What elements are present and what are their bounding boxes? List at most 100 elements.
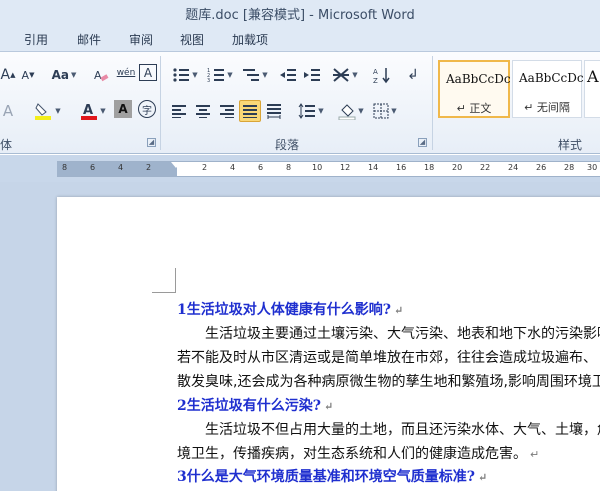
title-bar: 题库.doc [兼容模式] - Microsoft Word bbox=[0, 0, 600, 24]
multilevel-list-icon bbox=[242, 67, 260, 83]
enclose-char-button[interactable]: 字 bbox=[138, 100, 156, 118]
body-line[interactable]: 境卫生，传播疾病，对生态系统和人们的健康造成危害。 ↵ bbox=[177, 443, 539, 463]
phonetic-guide-button[interactable]: wén bbox=[116, 62, 136, 84]
ribbon-tabs: 引用 邮件 审阅 视图 加载项 bbox=[0, 24, 600, 52]
ruler-tick: 30 bbox=[587, 163, 598, 172]
increase-indent-button[interactable] bbox=[302, 64, 322, 86]
chevron-down-icon: ▼ bbox=[391, 107, 397, 115]
distributed-button[interactable] bbox=[263, 100, 285, 122]
grow-font-button[interactable]: A ▲ bbox=[0, 64, 16, 86]
group-separator bbox=[432, 56, 433, 150]
align-center-button[interactable] bbox=[192, 100, 214, 122]
font-color-button[interactable]: A ▼ bbox=[78, 100, 108, 122]
tab-view[interactable]: 视图 bbox=[180, 31, 204, 48]
heading-text: 2生活垃圾有什么污染? bbox=[177, 398, 321, 414]
heading-text: 3什么是大气环境质量基准和环境空气质量标准? bbox=[177, 469, 475, 485]
styles-group-label: 样式 bbox=[558, 138, 583, 152]
change-case-button[interactable]: Aa ▼ bbox=[50, 64, 78, 86]
text-effect-button[interactable]: A bbox=[0, 100, 16, 122]
text-effect-label: A bbox=[2, 102, 14, 120]
style-sample: AaBbCcDc bbox=[446, 72, 511, 86]
multilevel-list-button[interactable]: ▼ bbox=[238, 64, 272, 86]
shading-button[interactable]: ▼ bbox=[336, 100, 366, 122]
body-line[interactable]: 生活垃圾不但占用大量的土地，而且还污染水体、大气、土壤，危 bbox=[177, 419, 600, 439]
decrease-indent-icon bbox=[279, 67, 297, 83]
font-dialog-launcher[interactable]: ◢ bbox=[147, 138, 156, 147]
body-line[interactable]: 若不能及时从市区清运或是简单堆放在市郊，往往会造成垃圾遍布、 bbox=[177, 347, 597, 367]
style-heading[interactable]: A bbox=[584, 60, 600, 118]
body-text: 生活垃圾不但占用大量的土地，而且还污染水体、大气、土壤，危 bbox=[177, 422, 600, 438]
shrink-font-button[interactable]: A ▼ bbox=[20, 64, 36, 86]
align-left-icon bbox=[171, 104, 187, 118]
style-name: ↵ 无间隔 bbox=[524, 101, 570, 114]
char-shading-button[interactable]: A bbox=[114, 100, 132, 118]
body-line[interactable]: 生活垃圾主要通过土壤污染、大气污染、地表和地下水的污染影响 bbox=[177, 323, 600, 343]
style-name: ↵ 正文 bbox=[456, 102, 492, 115]
align-right-button[interactable] bbox=[216, 100, 238, 122]
ruler-tick: 16 bbox=[396, 163, 407, 172]
align-left-button[interactable] bbox=[168, 100, 190, 122]
ruler-tick: 24 bbox=[508, 163, 519, 172]
numbering-button[interactable]: 1 2 3 ▼ bbox=[203, 64, 237, 86]
clear-format-button[interactable]: A bbox=[91, 64, 111, 86]
tab-addins[interactable]: 加载项 bbox=[232, 31, 268, 48]
paragraph-dialog-launcher[interactable]: ◢ bbox=[418, 138, 427, 147]
svg-text:A: A bbox=[373, 68, 378, 76]
sort-button[interactable]: AZ bbox=[372, 64, 392, 86]
heading-line[interactable]: 1生活垃圾对人体健康有什么影响? ↵ bbox=[177, 299, 403, 319]
distributed-align-icon bbox=[266, 103, 282, 119]
heading-line[interactable]: 2生活垃圾有什么污染? ↵ bbox=[177, 395, 333, 415]
bullets-button[interactable]: ▼ bbox=[168, 64, 202, 86]
line-spacing-button[interactable]: ▼ bbox=[296, 100, 326, 122]
ruler-tick: 6 bbox=[90, 163, 96, 172]
style-sample: AaBbCcDc bbox=[519, 71, 584, 85]
tab-mailings[interactable]: 邮件 bbox=[77, 31, 101, 48]
grow-font-label: A bbox=[0, 67, 11, 83]
justify-button[interactable] bbox=[239, 100, 261, 122]
chevron-down-icon: ▼ bbox=[192, 71, 198, 79]
borders-icon bbox=[373, 103, 389, 119]
asian-layout-button[interactable]: ▼ bbox=[330, 64, 360, 86]
style-no-spacing[interactable]: AaBbCcDc ↵ 无间隔 bbox=[512, 60, 584, 118]
chevron-down-icon: ▼ bbox=[227, 71, 233, 79]
paint-bucket-icon bbox=[338, 102, 356, 120]
ruler-tick: 4 bbox=[230, 163, 236, 172]
chevron-down-icon: ▼ bbox=[55, 107, 61, 115]
ruler-tick: 10 bbox=[312, 163, 323, 172]
font-color-icon: A bbox=[80, 102, 98, 120]
body-line[interactable]: 散发臭味,还会成为各种病原微生物的孳生地和繁殖场,影响周围环境卫 bbox=[177, 371, 600, 391]
borders-button[interactable]: ▼ bbox=[370, 100, 400, 122]
ruler-tick: 8 bbox=[286, 163, 292, 172]
ribbon: A ▲ A ▼ Aa ▼ A wén A A ▼ A ▼ A 字 体 ◢ ▼ 1 2 3 ▼ … bbox=[0, 52, 600, 154]
heading-text: 1生活垃圾对人体健康有什么影响? bbox=[177, 302, 391, 318]
phonetic-guide-label: wén bbox=[116, 68, 136, 78]
decrease-indent-button[interactable] bbox=[278, 64, 298, 86]
line-spacing-icon bbox=[298, 103, 316, 119]
style-normal[interactable]: AaBbCcDc ↵ 正文 bbox=[438, 60, 511, 118]
chevron-down-icon: ▼ bbox=[352, 71, 358, 79]
increase-indent-icon bbox=[303, 67, 321, 83]
svg-text:3: 3 bbox=[207, 78, 210, 83]
heading-line[interactable]: 3什么是大气环境质量基准和环境空气质量标准? ↵ bbox=[177, 466, 487, 486]
ruler-tick: 26 bbox=[536, 163, 547, 172]
body-text: 若不能及时从市区清运或是简单堆放在市郊，往往会造成垃圾遍布、 bbox=[177, 350, 597, 366]
first-line-indent-marker[interactable] bbox=[171, 162, 181, 168]
paragraph-mark: ↵ bbox=[477, 471, 488, 484]
show-marks-button[interactable]: ↲ bbox=[404, 64, 422, 86]
ruler-left-margin bbox=[57, 162, 177, 176]
tab-review[interactable]: 审阅 bbox=[129, 31, 153, 48]
chevron-down-icon: ▼ bbox=[358, 107, 364, 115]
ruler-tick: 8 bbox=[62, 163, 68, 172]
body-text: 生活垃圾主要通过土壤污染、大气污染、地表和地下水的污染影响 bbox=[177, 326, 600, 342]
tab-references[interactable]: 引用 bbox=[24, 31, 48, 48]
body-text: 散发臭味,还会成为各种病原微生物的孳生地和繁殖场,影响周围环境卫 bbox=[177, 374, 600, 390]
char-border-button[interactable]: A bbox=[139, 64, 157, 81]
chevron-down-icon: ▼ bbox=[100, 107, 106, 115]
ruler-tick: 14 bbox=[368, 163, 379, 172]
asian-layout-icon bbox=[332, 67, 350, 83]
highlight-color-button[interactable]: ▼ bbox=[30, 100, 64, 122]
crop-mark bbox=[152, 292, 176, 293]
highlighter-icon bbox=[33, 102, 53, 120]
svg-text:A: A bbox=[83, 103, 93, 118]
horizontal-ruler[interactable]: 8 6 4 2 2 4 6 8 10 12 14 16 18 20 22 24 … bbox=[57, 161, 600, 177]
